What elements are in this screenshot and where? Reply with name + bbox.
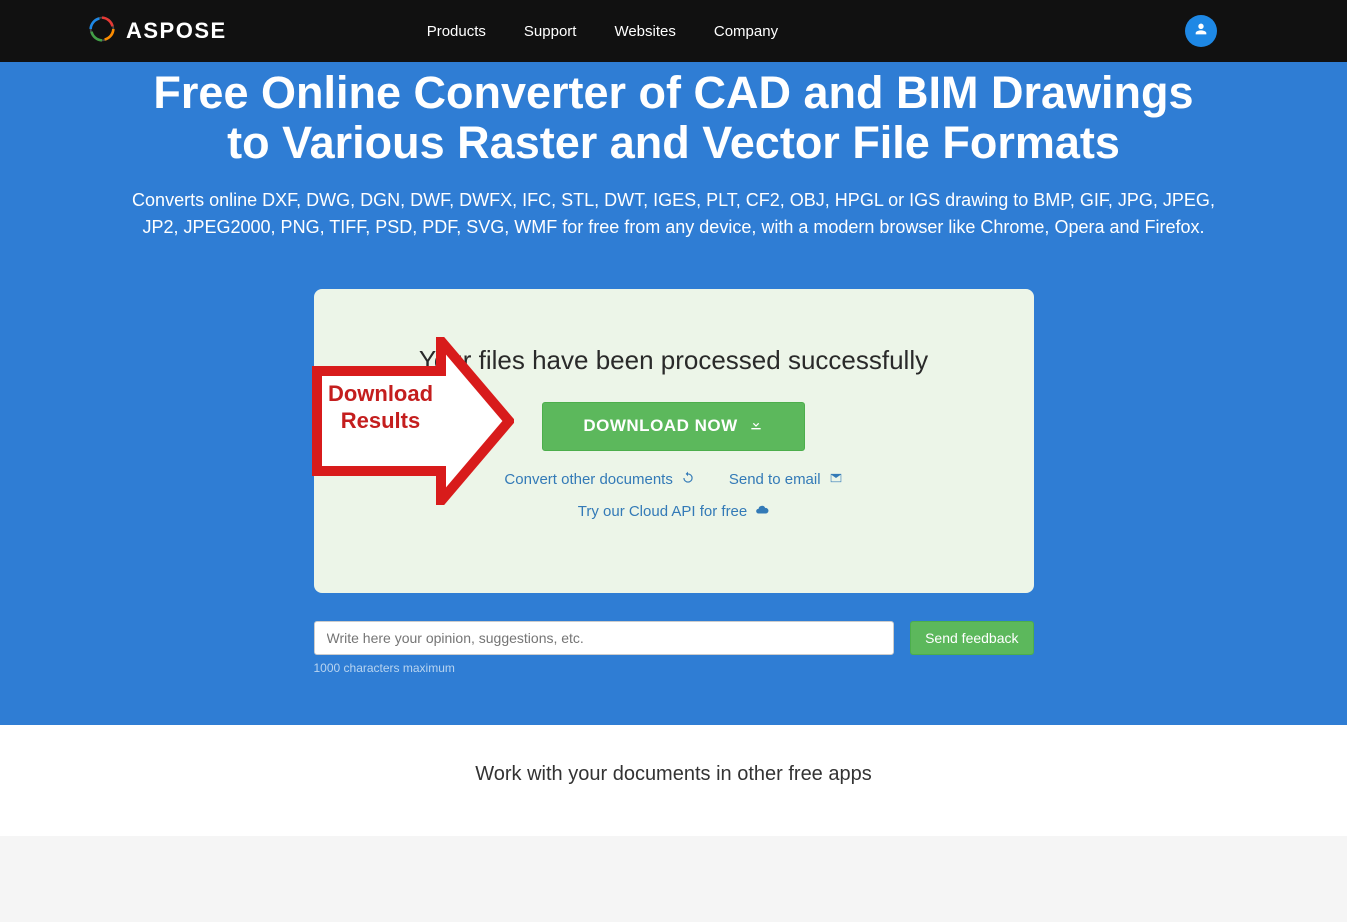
nav-products[interactable]: Products [427, 23, 486, 40]
feedback-row: Send feedback [314, 621, 1034, 655]
feedback-input[interactable] [314, 621, 895, 655]
header: ASPOSE Products Support Websites Company [0, 0, 1347, 62]
cloud-api-label: Try our Cloud API for free [578, 503, 748, 520]
footer-band [0, 836, 1347, 922]
download-button-label: DOWNLOAD NOW [583, 416, 737, 436]
send-email-link[interactable]: Send to email [729, 471, 843, 489]
user-button[interactable] [1185, 15, 1217, 47]
send-feedback-button[interactable]: Send feedback [910, 621, 1033, 655]
download-button[interactable]: DOWNLOAD NOW [542, 402, 804, 451]
feedback-limit: 1000 characters maximum [314, 661, 1034, 675]
cloud-api-link[interactable]: Try our Cloud API for free [578, 503, 770, 521]
hero: Free Online Converter of CAD and BIM Dra… [0, 62, 1347, 725]
download-icon [748, 416, 764, 437]
other-apps-section: Work with your documents in other free a… [0, 725, 1347, 836]
cloud-icon [755, 503, 769, 521]
download-results-callout: DownloadResults [312, 337, 514, 505]
refresh-icon [681, 471, 695, 489]
other-apps-heading: Work with your documents in other free a… [0, 763, 1347, 786]
callout-label: DownloadResults [326, 381, 436, 435]
page-title: Free Online Converter of CAD and BIM Dra… [144, 68, 1204, 169]
send-email-label: Send to email [729, 471, 821, 488]
nav: Products Support Websites Company [427, 23, 778, 40]
nav-support[interactable]: Support [524, 23, 577, 40]
nav-websites[interactable]: Websites [614, 23, 675, 40]
page-subtitle: Converts online DXF, DWG, DGN, DWF, DWFX… [124, 187, 1224, 241]
logo-swirl-icon [88, 15, 116, 48]
convert-other-link[interactable]: Convert other documents [504, 471, 694, 489]
logo-text: ASPOSE [126, 18, 227, 44]
nav-company[interactable]: Company [714, 23, 778, 40]
user-icon [1193, 21, 1209, 42]
envelope-icon [829, 471, 843, 489]
convert-other-label: Convert other documents [504, 471, 672, 488]
logo[interactable]: ASPOSE [88, 15, 227, 48]
